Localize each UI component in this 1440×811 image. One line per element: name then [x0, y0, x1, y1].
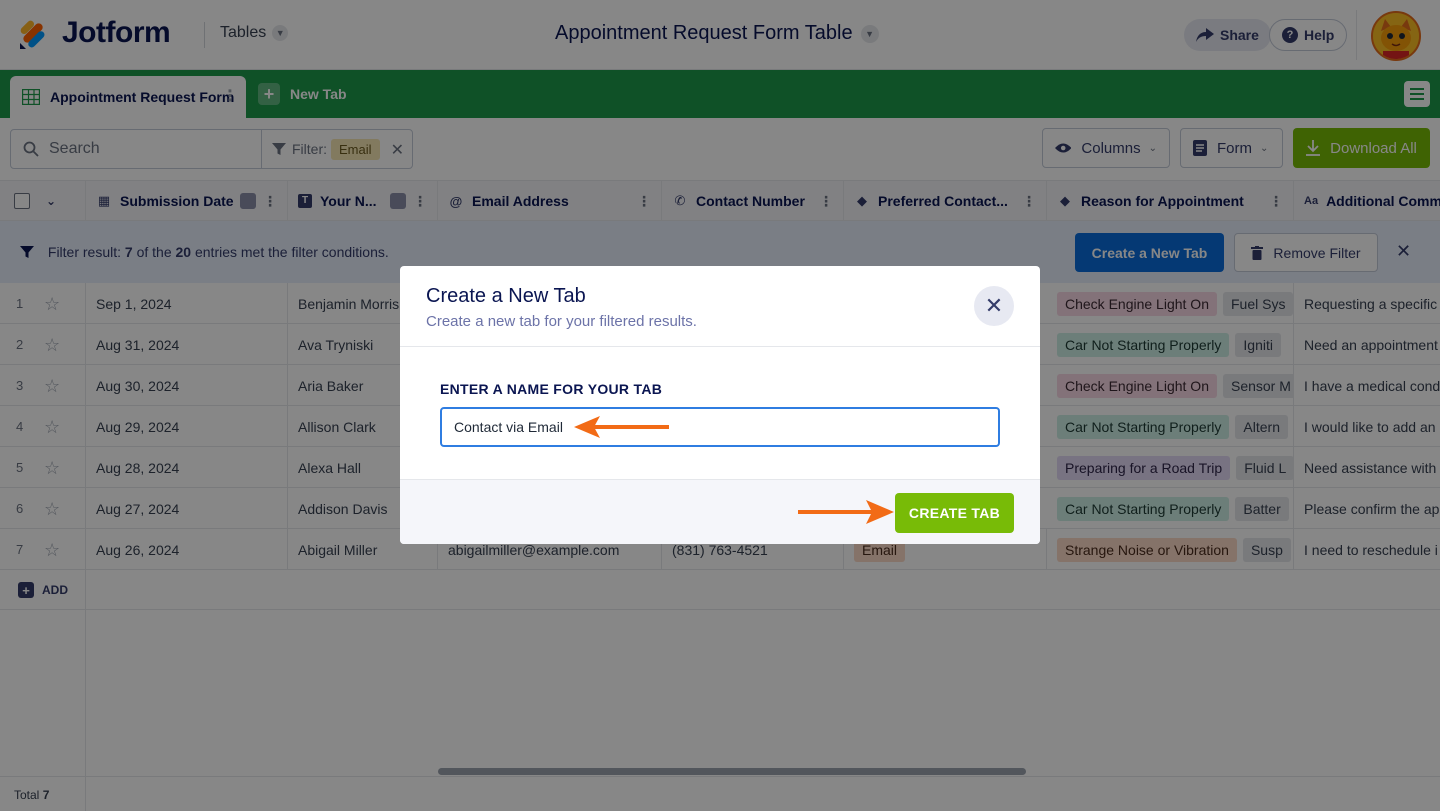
arrow-right-icon: [798, 500, 894, 524]
close-icon: ✕: [984, 293, 1004, 318]
close-button[interactable]: ✕: [974, 286, 1014, 326]
dialog-title: Create a New Tab: [426, 285, 586, 307]
tab-name-input[interactable]: [440, 407, 1000, 447]
tab-name-label: ENTER A NAME FOR YOUR TAB: [440, 381, 663, 397]
arrow-left-icon: [574, 416, 669, 438]
dialog-header: Create a New Tab Create a new tab for yo…: [400, 266, 1040, 347]
app-window: Jotform Tables ▼ Appointment Request For…: [0, 0, 1440, 811]
dialog-footer: CREATE TAB: [400, 479, 1040, 544]
create-tab-button[interactable]: CREATE TAB: [895, 493, 1014, 533]
create-tab-dialog: Create a New Tab Create a new tab for yo…: [400, 266, 1040, 544]
dialog-subtitle: Create a new tab for your filtered resul…: [426, 313, 697, 330]
